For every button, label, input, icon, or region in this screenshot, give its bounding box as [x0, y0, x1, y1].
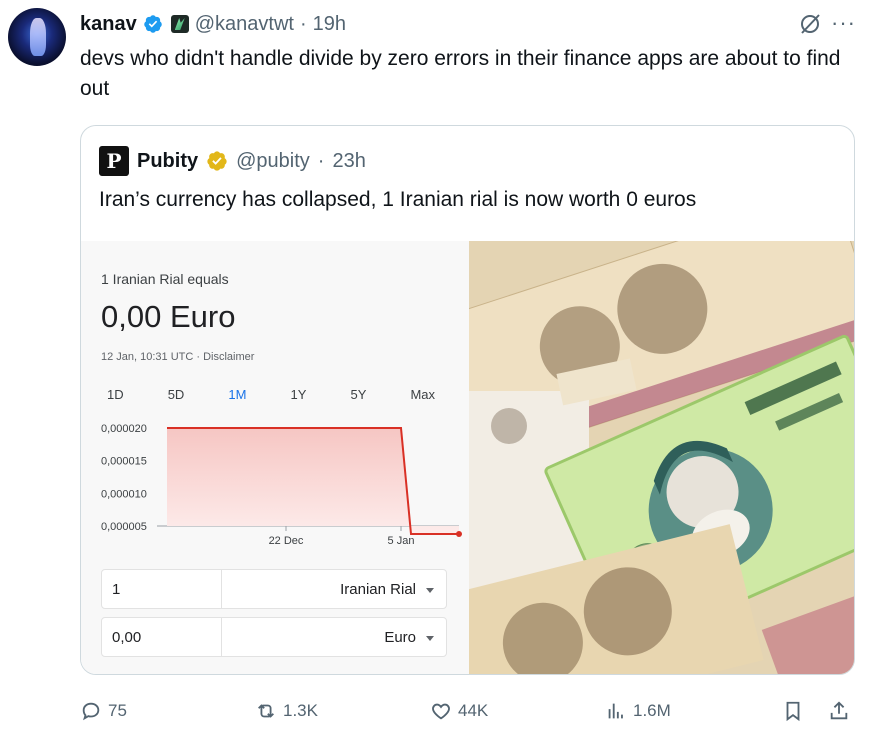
- quote-avatar[interactable]: P: [99, 146, 129, 176]
- bookmark-button[interactable]: [782, 696, 804, 726]
- x-tick-label: 5 Jan: [388, 535, 415, 547]
- avatar[interactable]: [8, 8, 66, 66]
- chart-area-fill: [167, 428, 459, 534]
- views-count: 1.6M: [633, 701, 671, 720]
- converter-timestamp: 12 Jan, 10:31 UTC · Disclaimer: [101, 351, 255, 363]
- converter-to-row: 0,00 Euro: [101, 617, 447, 657]
- verified-gold-badge-icon: [207, 151, 227, 171]
- quote-text: Iran’s currency has collapsed, 1 Iranian…: [99, 188, 697, 211]
- to-currency-select: Euro: [222, 629, 446, 646]
- repost-icon: [258, 704, 274, 718]
- range-option: 5D: [167, 387, 185, 402]
- like-icon: [432, 703, 450, 720]
- tweet-time[interactable]: 19h: [313, 13, 346, 36]
- range-option-active: 1M: [228, 387, 247, 402]
- exchange-rate-chart: 0,000020 0,000015 0,000010 0,000005 22 Dec 5 …: [101, 423, 462, 547]
- converter-label: 1 Iranian Rial equals: [101, 271, 229, 287]
- verified-badge-icon: [143, 15, 162, 33]
- y-tick-label: 0,000005: [101, 521, 147, 533]
- banknotes-photo[interactable]: 10000: [469, 241, 854, 674]
- y-tick-label: 0,000020: [101, 423, 147, 435]
- like-button[interactable]: 44K: [430, 696, 488, 726]
- quoted-tweet[interactable]: P Pubity @pubity · 23h Iran’s currency h…: [80, 125, 855, 675]
- tweet-text: devs who didn't handle divide by zero er…: [80, 47, 841, 100]
- author-name[interactable]: kanav: [80, 13, 137, 36]
- bookmark-icon: [786, 701, 800, 722]
- separator-dot: ·: [317, 149, 325, 172]
- action-bar: 75 1.3K 44K 1.6M: [80, 696, 860, 726]
- range-option: 1D: [107, 387, 124, 402]
- share-icon: [830, 701, 848, 720]
- quote-header: P Pubity @pubity · 23h: [99, 146, 366, 176]
- range-option: 5Y: [350, 387, 367, 402]
- share-button[interactable]: [828, 696, 850, 726]
- more-options-icon[interactable]: ···: [831, 10, 856, 36]
- range-option: Max: [410, 387, 435, 402]
- quote-author-handle[interactable]: @pubity: [236, 150, 310, 173]
- reply-button[interactable]: 75: [80, 696, 127, 726]
- quote-time[interactable]: 23h: [332, 150, 365, 173]
- separator-dot: ·: [299, 12, 307, 35]
- converter-from-row: 1 Iranian Rial: [101, 569, 447, 609]
- affiliate-badge-icon[interactable]: [170, 15, 189, 33]
- from-currency-select: Iranian Rial: [222, 581, 446, 598]
- reply-icon: [82, 702, 100, 721]
- quote-author-name[interactable]: Pubity: [137, 150, 198, 173]
- author-handle[interactable]: @kanavtwt: [195, 13, 294, 36]
- y-tick-label: 0,000010: [101, 488, 147, 500]
- from-amount: 1: [102, 570, 222, 608]
- banknotes-illustration: 10000: [469, 241, 854, 674]
- like-count: 44K: [458, 701, 489, 720]
- reply-count: 75: [108, 701, 127, 720]
- tweet-header: kanav @kanavtwt · 19h: [80, 10, 346, 38]
- grok-icon[interactable]: [798, 12, 822, 36]
- converter-value: 0,00 Euro: [101, 299, 236, 334]
- repost-count: 1.3K: [283, 701, 318, 720]
- views-icon: [608, 703, 623, 719]
- views-button[interactable]: 1.6M: [605, 696, 671, 726]
- to-amount: 0,00: [102, 618, 222, 656]
- x-tick-label: 22 Dec: [269, 535, 304, 547]
- currency-converter-image[interactable]: 1 Iranian Rial equals 0,00 Euro 12 Jan, …: [81, 241, 469, 674]
- range-selector: 1D 5D 1M 1Y 5Y Max: [101, 387, 441, 402]
- chart-end-point: [456, 531, 462, 537]
- range-option: 1Y: [290, 387, 307, 402]
- repost-button[interactable]: 1.3K: [255, 696, 318, 726]
- y-tick-label: 0,000015: [101, 456, 147, 468]
